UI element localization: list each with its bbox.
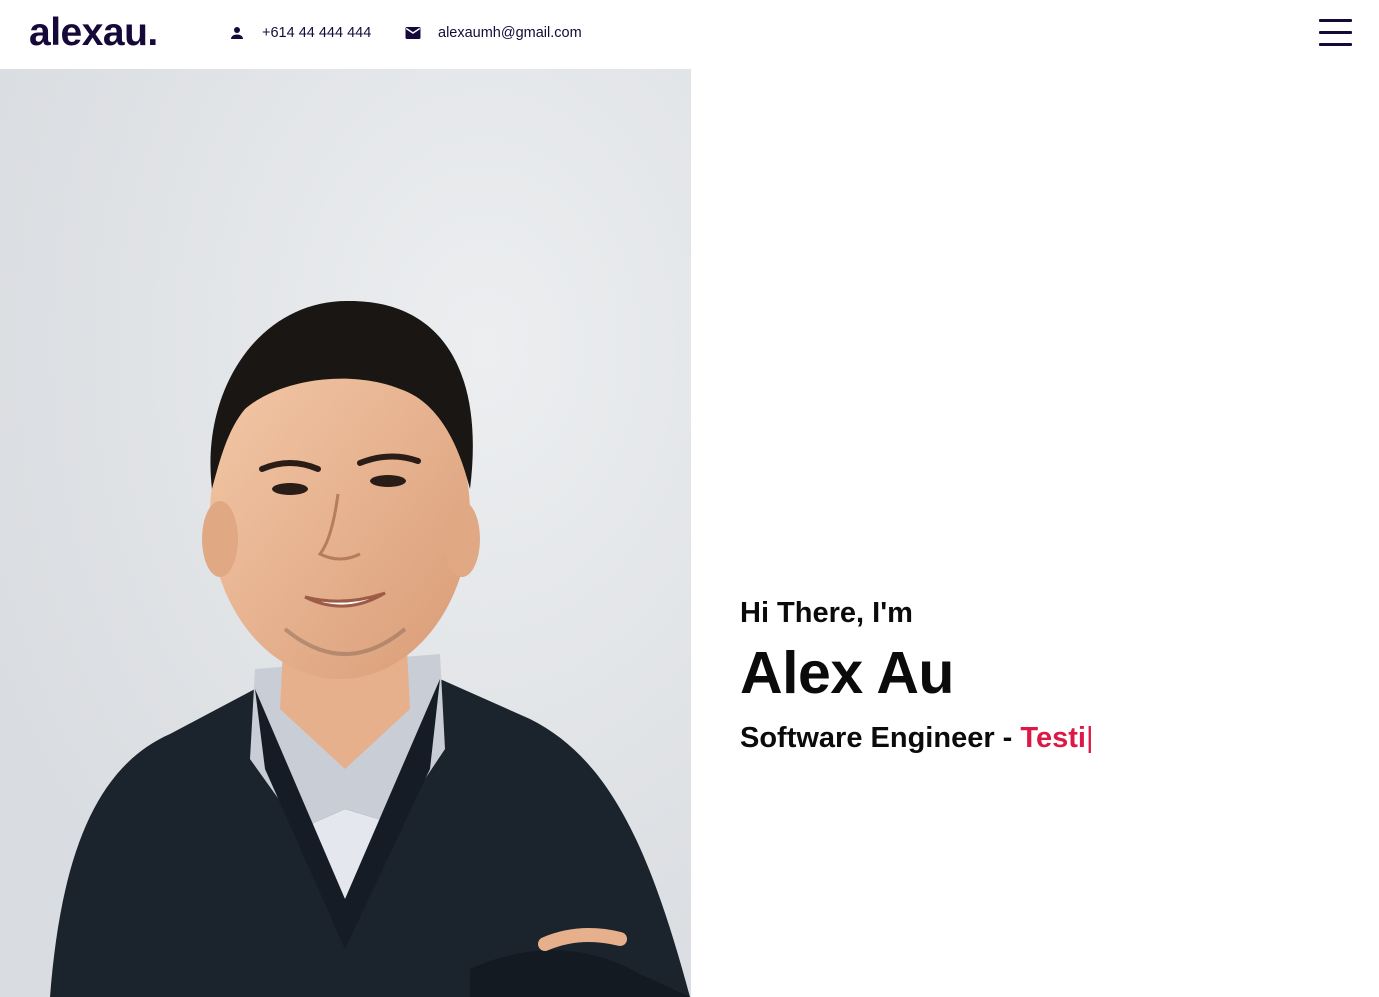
email-link[interactable]: alexaumh@gmail.com (404, 21, 582, 45)
site-header: alexau. +614 44 444 444 alexaumh@gmail.c… (0, 0, 1379, 69)
person-icon (228, 24, 246, 42)
mail-icon (404, 24, 422, 42)
typed-role-text: Testi (1020, 722, 1086, 754)
hamburger-menu-icon[interactable] (1319, 19, 1352, 47)
menu-bar (1319, 43, 1352, 46)
role-prefix: Software Engineer - (740, 722, 1021, 754)
phone-link[interactable]: +614 44 444 444 (228, 21, 371, 45)
menu-bar (1319, 31, 1352, 34)
profile-photo (0, 69, 691, 997)
typing-cursor: | (1085, 722, 1094, 754)
hero-intro: Hi There, I'm Alex Au Software Engineer … (740, 592, 1340, 758)
email-address: alexaumh@gmail.com (438, 25, 582, 41)
hero-name: Alex Au (740, 640, 954, 706)
phone-number: +614 44 444 444 (262, 25, 372, 41)
site-logo[interactable]: alexau. (29, 8, 158, 58)
hero-role: Software Engineer - Testi| (740, 718, 1340, 758)
menu-bar (1319, 19, 1352, 22)
hero-greeting: Hi There, I'm (740, 597, 913, 629)
